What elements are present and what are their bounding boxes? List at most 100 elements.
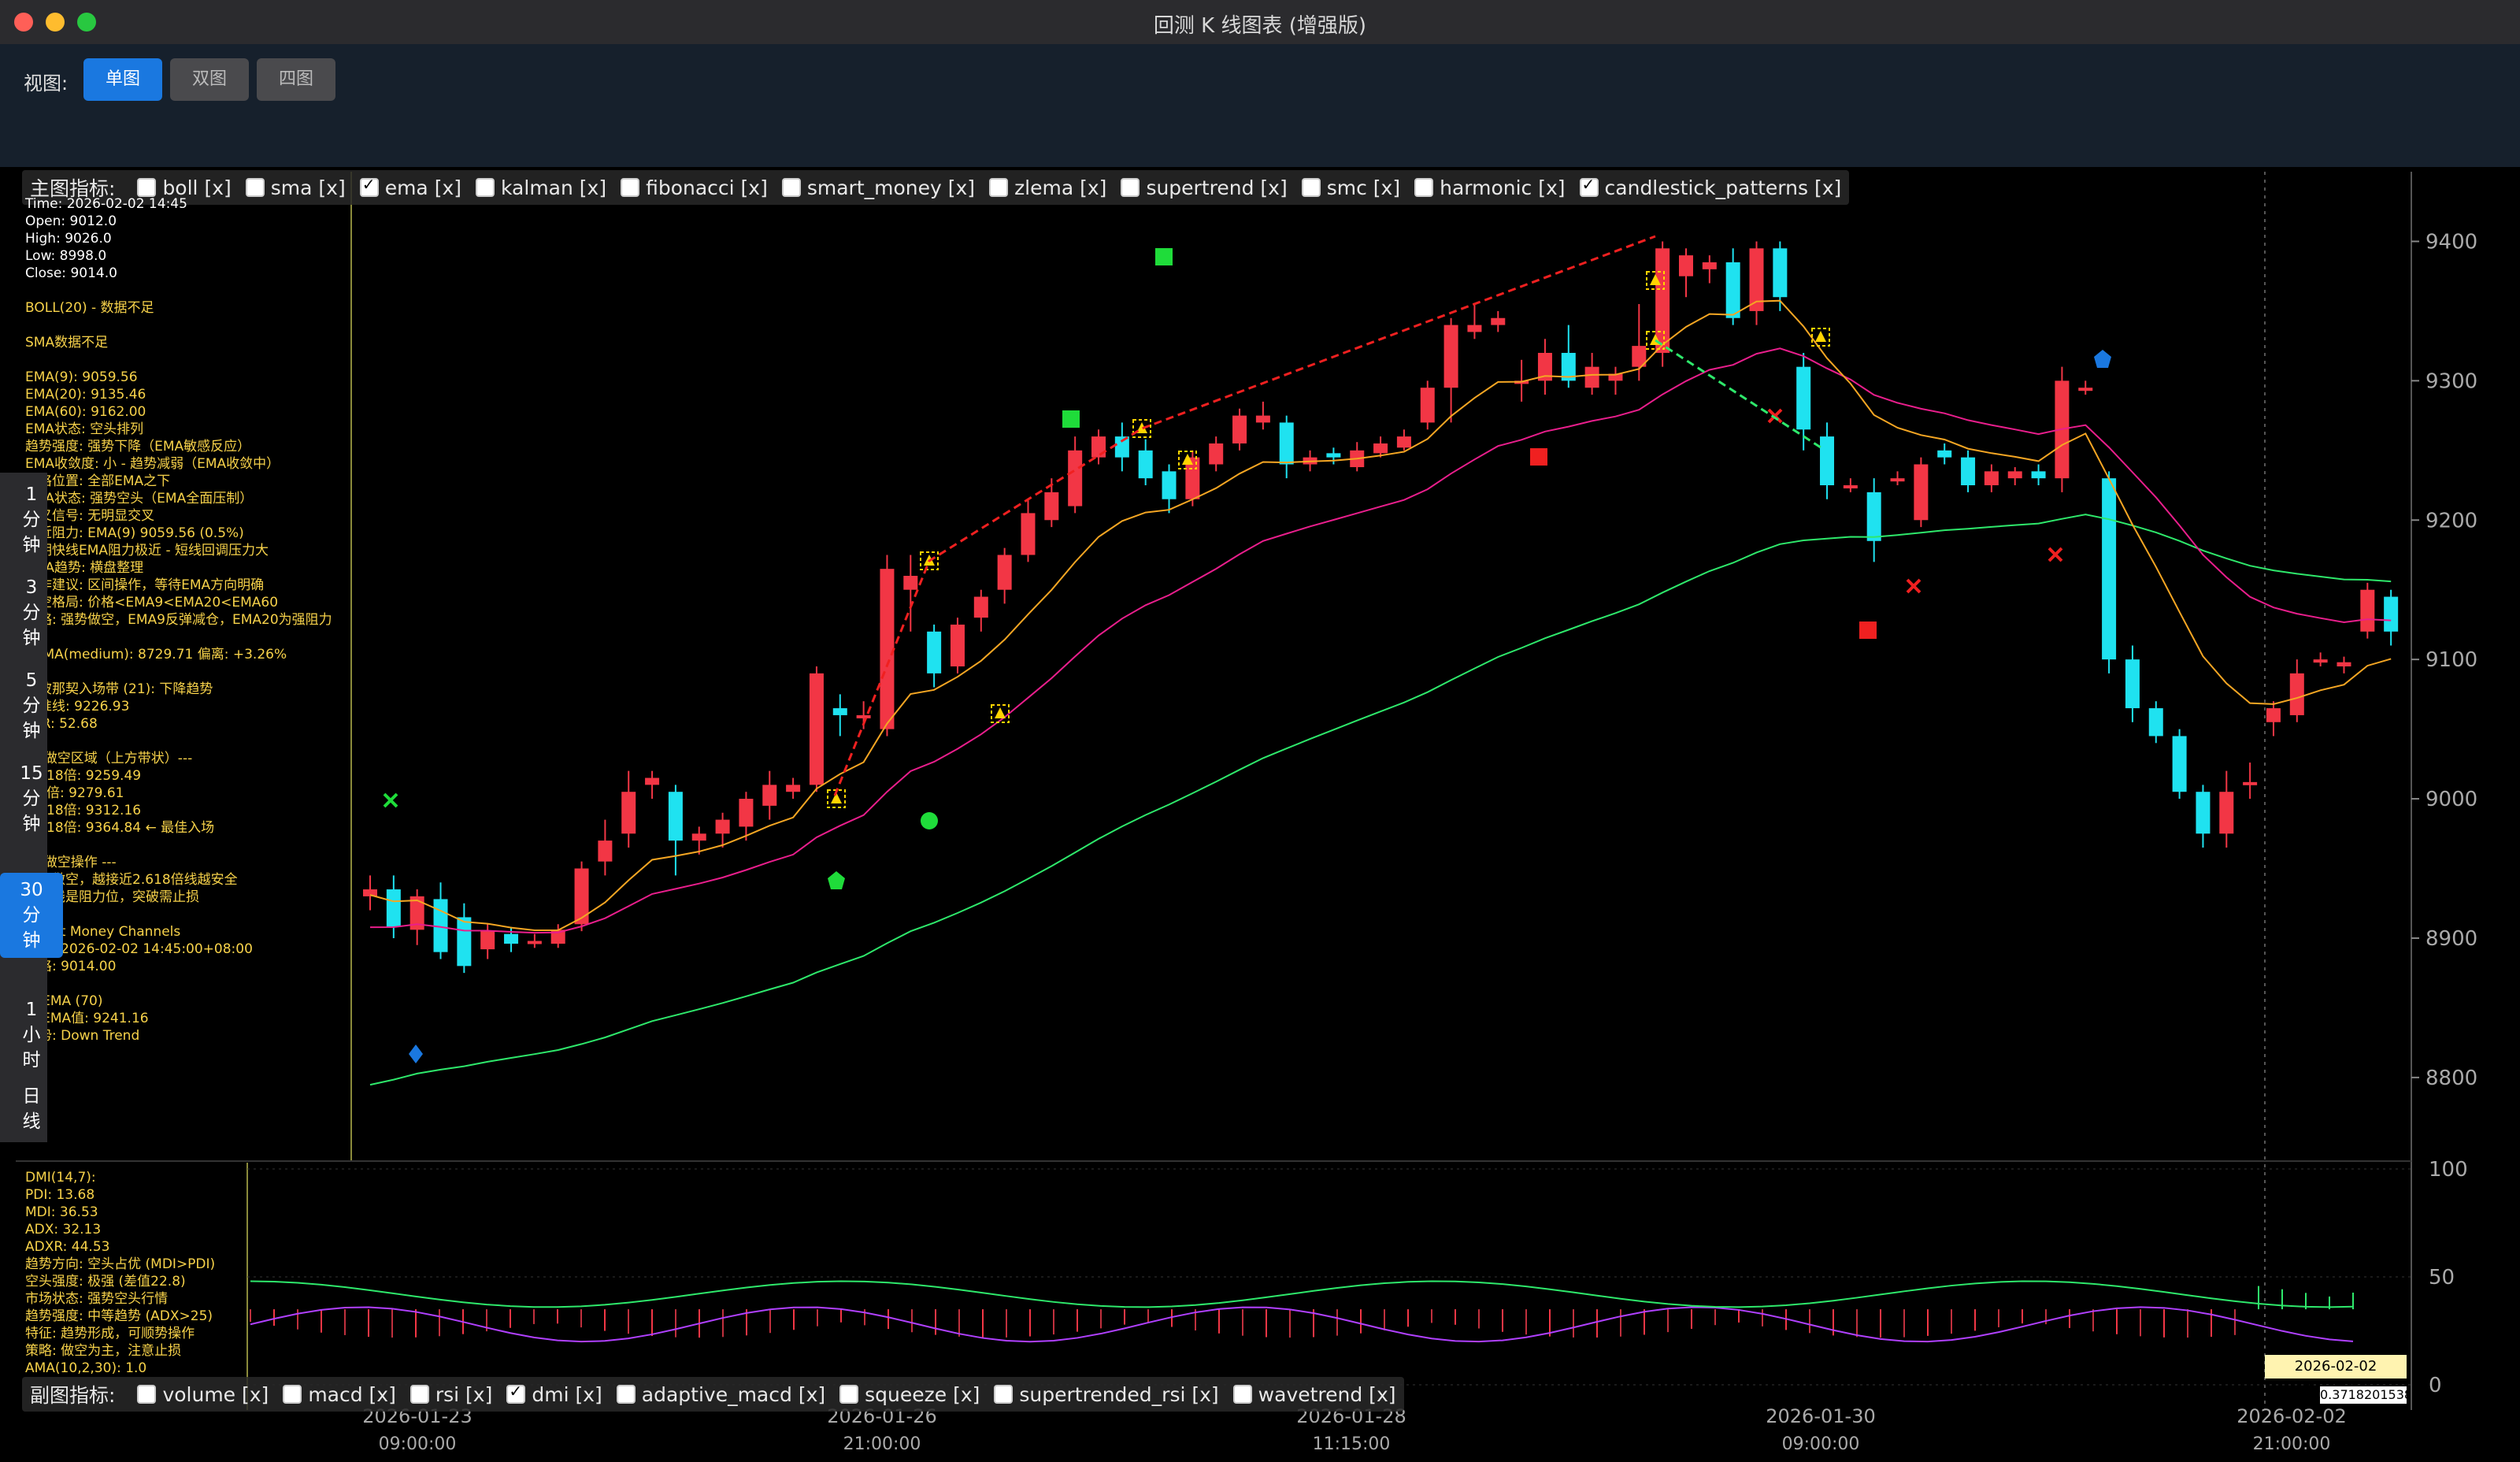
main-indicator-checkbox[interactable] <box>1301 178 1321 197</box>
main-indicator-checkbox[interactable] <box>245 178 265 197</box>
sub-indicator-checkbox[interactable] <box>1232 1385 1252 1404</box>
candle-up <box>950 624 965 666</box>
info-line: --- 做空区域（上方带状）--- <box>25 751 193 766</box>
main-indicator-item-label[interactable]: candlestick_patterns [x] <box>1605 176 1842 199</box>
sub-indicator-item-label[interactable]: squeeze [x] <box>865 1383 980 1406</box>
main-indicator-checkbox[interactable] <box>781 178 801 197</box>
dmi-line: ADXR: 44.53 <box>25 1239 110 1255</box>
sub-indicator-item-label[interactable]: wavetrend [x] <box>1258 1383 1396 1406</box>
sub-indicator-bar: 副图指标: volume [x] macd [x] rsi [x] dmi [x] ada… <box>22 1377 1404 1412</box>
candle-up <box>1678 255 1693 276</box>
candle-up <box>1491 317 1506 325</box>
main-indicator-item-label[interactable]: smc [x] <box>1327 176 1400 199</box>
candle-down <box>2125 659 2140 709</box>
sub-indicator-item-label[interactable]: rsi [x] <box>435 1383 493 1406</box>
sub-indicator-checkbox[interactable] <box>506 1382 526 1404</box>
sub-indicator-item-label[interactable]: supertrended_rsi [x] <box>1019 1383 1218 1406</box>
main-indicator-checkbox[interactable] <box>1121 178 1140 197</box>
candle-up <box>1443 325 1458 388</box>
main-indicator-checkbox[interactable] <box>1414 178 1434 197</box>
dmi-pdi-line <box>250 1306 2354 1343</box>
info-line: 价格: 9014.00 <box>25 959 117 974</box>
candle-up <box>786 785 801 792</box>
sub-indicator-checkbox[interactable] <box>839 1385 859 1404</box>
y-tick-label: 9200 <box>2426 509 2477 532</box>
info-line: 基准线: 9226.93 <box>25 699 130 714</box>
y-tick-label: 9300 <box>2426 369 2477 393</box>
candle-down <box>386 889 401 927</box>
info-line: 多空格局: 价格<EMA9<EMA20<EMA60 <box>25 595 279 610</box>
info-line: Low: 8998.0 <box>25 248 107 264</box>
main-indicator-checkbox[interactable] <box>359 175 379 197</box>
pattern-flag-marker <box>995 707 1006 718</box>
sub-indicator-checkbox[interactable] <box>137 1385 157 1404</box>
pattern-pentagon-marker <box>2094 350 2111 368</box>
main-indicator-checkbox[interactable] <box>989 178 1009 197</box>
candle-up <box>2313 659 2328 663</box>
info-line: SMA数据不足 <box>25 335 109 351</box>
main-chart[interactable]: 9400 9300 9200 9100 9000 8900 8800 100 50 0 2026-0… <box>0 0 2520 1462</box>
main-indicator-item-label[interactable]: fibonacci [x] <box>646 176 768 199</box>
main-indicator-item-label[interactable]: zlema [x] <box>1014 176 1106 199</box>
main-indicator-checkbox[interactable] <box>1579 175 1599 197</box>
sub-indicator-item-label[interactable]: adaptive_macd [x] <box>642 1383 825 1406</box>
info-line: 0.618倍: 9259.49 <box>25 768 142 784</box>
candle-up <box>1655 248 1670 353</box>
candle-up <box>1068 450 1083 507</box>
timeframe-button[interactable]: 30 分 钟 <box>0 873 63 958</box>
candle-up <box>762 785 777 806</box>
info-line: 最近阻力: EMA(9) 9059.56 (0.5%) <box>25 525 244 541</box>
main-indicator-item-label[interactable]: ema [x] <box>385 176 461 199</box>
candle-up <box>2360 589 2375 632</box>
timeframe-button[interactable]: 3 分 钟 <box>0 570 63 655</box>
timeframe-button[interactable]: 15 分 钟 <box>0 756 63 841</box>
crosshair-value-label: 0.3718201538 <box>2320 1386 2407 1404</box>
info-line: EMA(60): 9162.00 <box>25 404 146 420</box>
main-indicator-checkbox[interactable] <box>621 178 640 197</box>
candle-down <box>832 708 847 715</box>
info-line: 趋势强度: 强势下降（EMA敏感反应） <box>25 439 251 455</box>
info-line: 策略: 强势做空，EMA9反弹减仓，EMA20为强阻力 <box>25 612 332 628</box>
candle-up <box>1467 325 1482 332</box>
sub-indicator-item-label[interactable]: dmi [x] <box>532 1383 602 1406</box>
candle-up <box>1984 471 1999 486</box>
candle-up <box>997 555 1012 590</box>
pattern-diamond-marker <box>409 1045 423 1063</box>
sub-indicator-checkbox[interactable] <box>616 1385 636 1404</box>
timeframe-button[interactable]: 日 线 <box>0 1079 63 1139</box>
main-indicator-checkbox[interactable] <box>137 178 157 197</box>
sub-y-tick-label: 50 <box>2429 1266 2455 1289</box>
sub-indicator-checkbox[interactable] <box>994 1385 1014 1404</box>
candle-up <box>2243 781 2258 785</box>
main-indicator-item-label[interactable]: kalman [x] <box>501 176 606 199</box>
info-line: ATR: 52.68 <box>25 716 98 732</box>
timeframe-button[interactable]: 1 小 时 <box>0 993 63 1078</box>
info-line: --- 做空操作 --- <box>25 855 117 870</box>
info-line <box>25 837 332 854</box>
timeframe-button[interactable]: 1 分 钟 <box>0 477 63 562</box>
timeframe-button[interactable]: 5 分 钟 <box>0 663 63 748</box>
sub-indicator-item-label[interactable]: volume [x] <box>162 1383 269 1406</box>
dmi-line: 趋势方向: 空头占优 (MDI>PDI) <box>25 1256 216 1272</box>
main-indicator-item-label[interactable]: harmonic [x] <box>1440 176 1565 199</box>
candle-down <box>1937 450 1952 458</box>
sub-indicator-item-label[interactable]: macd [x] <box>308 1383 396 1406</box>
pattern-square-marker <box>1155 248 1173 265</box>
candle-up <box>1396 436 1411 448</box>
info-line: EMA(9): 9059.56 <box>25 369 138 385</box>
sub-indicator-checkbox[interactable] <box>283 1385 302 1404</box>
candle-up <box>480 931 495 950</box>
info-line <box>25 629 332 646</box>
info-line: High: 9026.0 <box>25 231 112 247</box>
sub-indicator-checkbox[interactable] <box>410 1385 429 1404</box>
candle-down <box>1162 471 1177 499</box>
x-tick-time: 09:00:00 <box>379 1434 457 1454</box>
main-indicator-checkbox[interactable] <box>476 178 495 197</box>
main-indicator-item-label[interactable]: smart_money [x] <box>807 176 975 199</box>
main-indicator-item-label[interactable]: supertrend [x] <box>1146 176 1287 199</box>
dmi-line: 特征: 趋势形成，可顺势操作 <box>25 1326 195 1341</box>
dmi-line: PDI: 13.68 <box>25 1187 95 1203</box>
info-line: 短期快线EMA阻力极近 - 短线回调压力大 <box>25 543 269 558</box>
candle-up <box>1702 262 1717 269</box>
dmi-line: MDI: 36.53 <box>25 1204 98 1220</box>
